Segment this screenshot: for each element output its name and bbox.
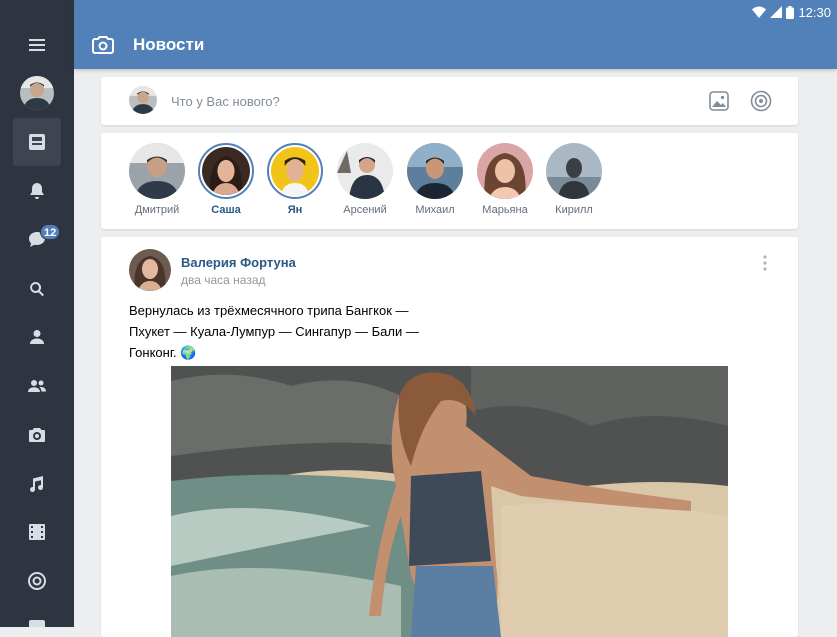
sidebar-item-video[interactable]: [13, 508, 61, 556]
sidebar-item-news[interactable]: [13, 118, 61, 166]
post-author-avatar[interactable]: [129, 249, 171, 291]
post-text: Вернулась из трёхмесячного трипа Бангкок…: [129, 303, 419, 360]
avatar: [129, 86, 157, 114]
sidebar: 12: [0, 0, 74, 627]
sidebar-item-partial: [29, 620, 45, 627]
music-icon: [30, 476, 43, 492]
target-icon: [28, 572, 46, 590]
story-avatar: [337, 143, 393, 199]
target-icon[interactable]: [750, 90, 772, 112]
story-item[interactable]: Михаил: [405, 143, 465, 216]
friends-icon: [28, 380, 46, 392]
page-title: Новости: [133, 35, 205, 54]
sidebar-item-music[interactable]: [13, 460, 61, 508]
video-icon: [29, 524, 45, 540]
story-avatar: [407, 143, 463, 199]
sidebar-item-profile[interactable]: [13, 313, 61, 361]
story-name: Марьяна: [482, 204, 528, 216]
story-item[interactable]: Кирилл: [544, 143, 604, 216]
battery-icon: [786, 5, 795, 19]
photo-icon[interactable]: [708, 90, 730, 112]
story-name: Арсений: [343, 204, 387, 216]
signal-icon: [770, 6, 783, 18]
app-bar: 12:30 Новости: [74, 0, 837, 69]
status-bar: 12:30: [752, 2, 831, 22]
post-composer[interactable]: Что у Вас нового?: [101, 77, 798, 125]
story-avatar: [198, 143, 254, 199]
sidebar-item-notifications[interactable]: [13, 167, 61, 215]
status-time: 12:30: [798, 4, 831, 20]
composer-placeholder[interactable]: Что у Вас нового?: [171, 94, 280, 109]
story-avatar: [267, 143, 323, 199]
post-timestamp: два часа назад: [181, 273, 266, 287]
user-icon: [30, 330, 44, 344]
menu-icon: [29, 39, 45, 51]
story-name: Кирилл: [555, 204, 593, 216]
news-icon: [29, 134, 45, 150]
sidebar-item-search[interactable]: [13, 265, 61, 313]
feed-post: Валерия Фортуна два часа назад Вернулась…: [101, 237, 798, 637]
story-name: Саша: [211, 204, 241, 216]
story-item[interactable]: Дмитрий: [127, 143, 187, 216]
story-avatar: [477, 143, 533, 199]
camera-icon[interactable]: [91, 33, 115, 57]
stories-bar: Дмитрий Саша Ян Арсений Михаил Марьяна К…: [101, 133, 798, 229]
wifi-icon: [752, 6, 767, 18]
camera-icon: [29, 428, 45, 442]
sidebar-item-friends[interactable]: [13, 362, 61, 410]
story-avatar: [546, 143, 602, 199]
story-avatar: [129, 143, 185, 199]
story-item[interactable]: Арсений: [335, 143, 395, 216]
story-name: Ян: [287, 204, 303, 216]
post-photo[interactable]: [171, 366, 728, 637]
bell-icon: [30, 183, 44, 199]
story-item[interactable]: Саша: [196, 143, 256, 216]
messages-badge: 12: [40, 224, 61, 240]
story-name: Михаил: [415, 204, 455, 216]
menu-button[interactable]: [13, 21, 61, 69]
search-icon: [30, 282, 44, 297]
story-item[interactable]: Марьяна: [475, 143, 535, 216]
sidebar-item-messages[interactable]: 12: [13, 215, 61, 263]
sidebar-item-photos[interactable]: [13, 411, 61, 459]
more-vertical-icon[interactable]: [761, 253, 769, 273]
avatar[interactable]: [20, 76, 54, 110]
story-name: Дмитрий: [134, 204, 180, 216]
post-author-name[interactable]: Валерия Фортуна: [181, 255, 296, 270]
story-item[interactable]: Ян: [265, 143, 325, 216]
sidebar-item-games[interactable]: [13, 557, 61, 605]
